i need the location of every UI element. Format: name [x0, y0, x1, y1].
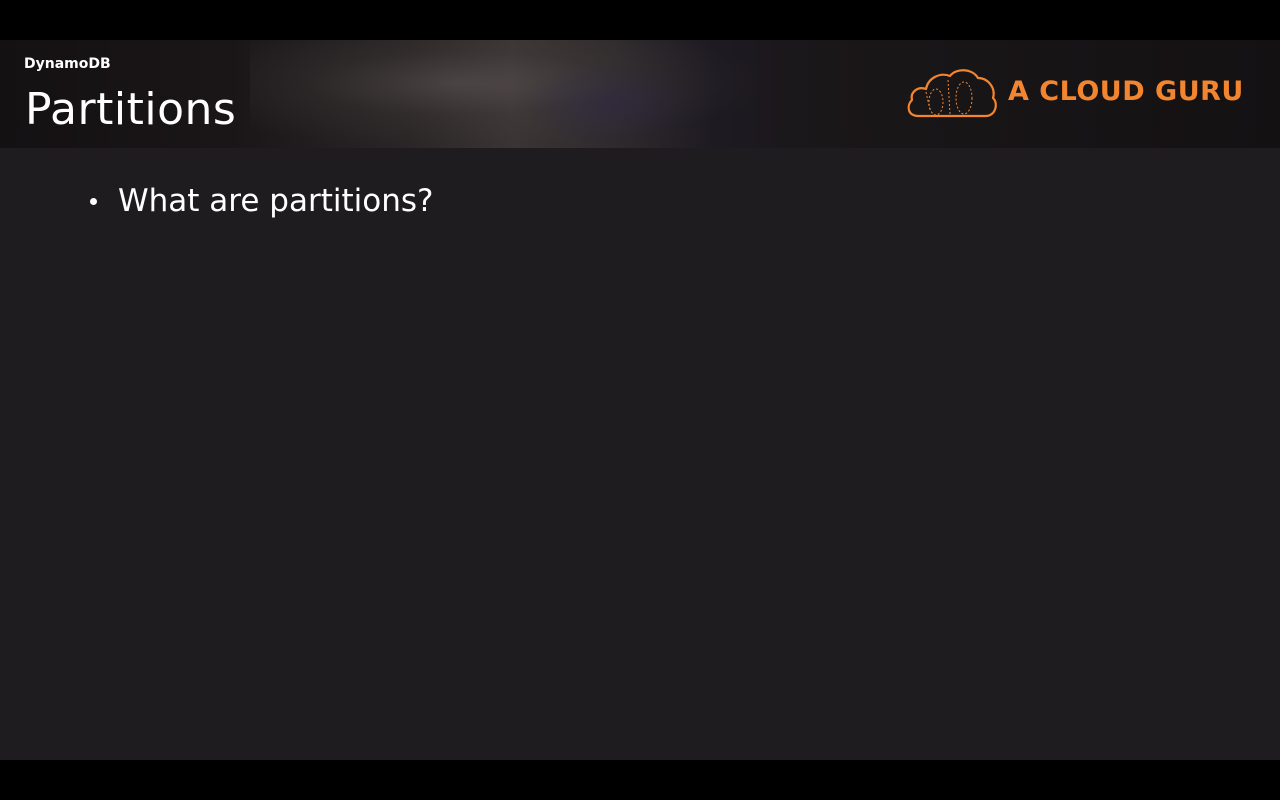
slide-title: Partitions — [25, 84, 237, 135]
section-label: DynamoDB — [24, 56, 111, 72]
a-cloud-guru-logo: A CLOUD GURU — [904, 66, 1244, 122]
bullet-item: What are partitions? — [88, 180, 433, 222]
bullet-list: What are partitions? — [88, 180, 433, 222]
letterbox-bottom — [0, 760, 1280, 800]
cloud-icon — [907, 69, 997, 118]
logo-text: A CLOUD GURU — [1008, 76, 1244, 107]
bullet-text: What are partitions? — [118, 183, 434, 219]
header-background-photo-shade — [520, 60, 700, 148]
letterbox-top — [0, 0, 1280, 40]
slide-header: DynamoDB Partitions A CLOUD GURU — [0, 40, 1280, 148]
bullet-icon — [90, 198, 97, 205]
slide: DynamoDB Partitions A CLOUD GURU What ar… — [0, 40, 1280, 760]
